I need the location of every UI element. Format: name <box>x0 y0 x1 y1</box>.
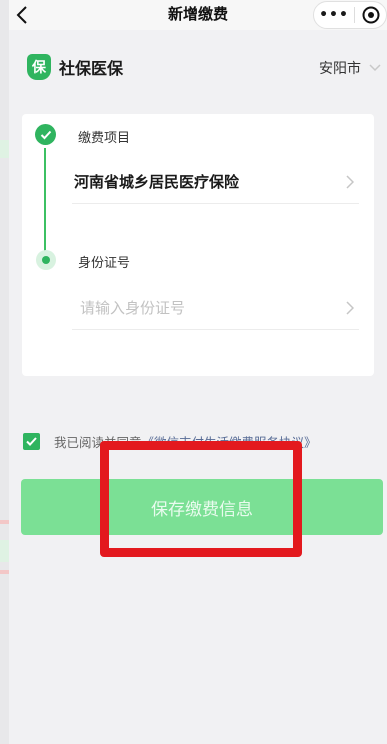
background-mark <box>0 540 9 562</box>
id-number-row <box>72 286 359 330</box>
agreement-link[interactable]: 《微信支付生活缴费服务协议》 <box>142 432 317 451</box>
chevron-down-icon <box>369 64 381 72</box>
id-number-input[interactable] <box>72 298 341 317</box>
background-mark <box>0 140 9 158</box>
city-selector[interactable]: 安阳市 <box>319 58 381 78</box>
step-current-dot-icon <box>36 250 56 270</box>
checkmark-icon <box>26 437 37 446</box>
payment-item-label: 缴费项目 <box>78 131 131 146</box>
background-page-strip <box>0 0 9 744</box>
id-number-label: 身份证号 <box>78 256 131 271</box>
chevron-right-icon <box>341 174 359 189</box>
capsule-menu: ••• <box>313 1 387 29</box>
navigation-bar: 新增缴费 ••• <box>9 0 387 30</box>
agreement-row: 我已阅读并同意 《微信支付生活缴费服务协议》 <box>23 432 317 451</box>
step-connector-line <box>44 148 46 258</box>
agreement-prefix: 我已阅读并同意 <box>54 435 142 450</box>
payment-item-value: 河南省城乡居民医疗保险 <box>74 173 240 191</box>
background-mark <box>0 520 9 524</box>
brand-header: 保 社保医保 <box>27 54 123 80</box>
close-button[interactable] <box>355 6 386 24</box>
close-circle-icon <box>362 6 379 24</box>
city-label: 安阳市 <box>319 61 361 77</box>
payment-form-card <box>22 114 374 376</box>
chevron-right-icon <box>341 300 359 315</box>
save-payment-info-button[interactable]: 保存缴费信息 <box>21 479 383 535</box>
mini-program-page: 新增缴费 ••• 保 社保医保 安阳市 缴费项目 河南省城乡居民医疗保险 身份证… <box>9 0 387 744</box>
agreement-checkbox[interactable] <box>23 433 40 450</box>
social-security-logo-icon: 保 <box>27 54 51 80</box>
more-button[interactable]: ••• <box>314 7 354 23</box>
payment-item-selector[interactable]: 河南省城乡居民医疗保险 <box>72 160 359 204</box>
brand-name: 社保医保 <box>59 59 124 78</box>
step-complete-check-icon <box>35 124 56 145</box>
background-mark <box>0 570 9 574</box>
